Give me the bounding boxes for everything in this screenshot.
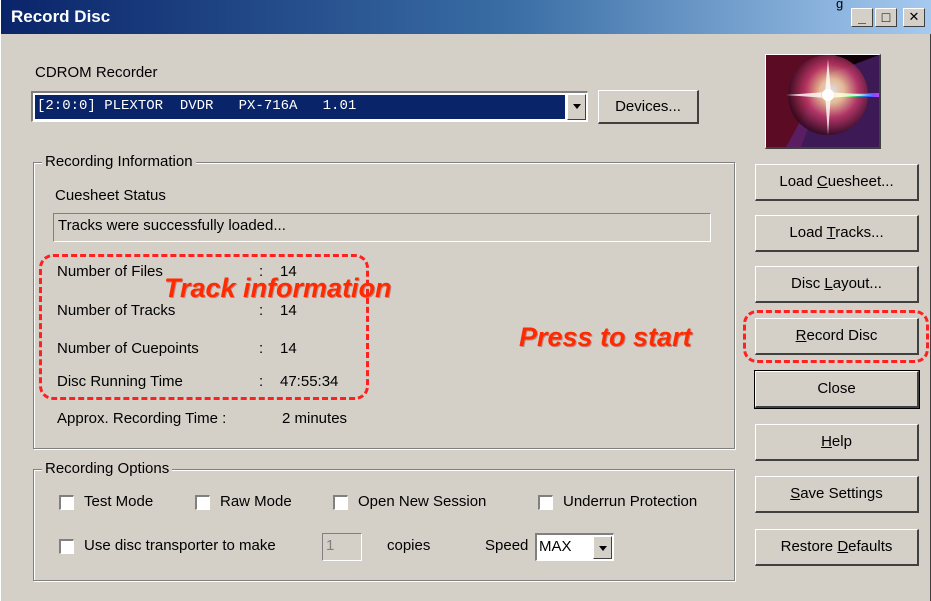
recording-information-title: Recording Information — [42, 153, 196, 170]
disc-layout-accel: L — [824, 275, 833, 292]
cuesheet-status-label: Cuesheet Status — [55, 187, 166, 204]
disc-starburst-icon — [766, 55, 879, 147]
chevron-down-icon[interactable] — [567, 94, 586, 120]
help-accel: H — [821, 433, 832, 450]
devices-button[interactable]: Devices... — [598, 90, 699, 124]
speed-label: Speed — [485, 537, 529, 554]
close-window-icon[interactable]: ✕ — [903, 8, 925, 27]
cuesheet-status-field: Tracks were successfully loaded... — [53, 213, 711, 242]
close-button[interactable]: Close — [754, 370, 920, 409]
recorder-select[interactable]: [2:0:0] PLEXTOR DVDR PX-716A 1.01 — [31, 91, 588, 122]
load-tracks-button[interactable]: Load Tracks... — [755, 215, 919, 252]
disc-layout-label-pre: Disc — [791, 275, 825, 292]
disc-logo-image — [765, 54, 881, 149]
load-tracks-label-pre: Load — [789, 224, 827, 241]
recording-options-group: Recording Options — [33, 460, 735, 581]
track-information-annotation: Track information — [164, 273, 392, 303]
title-bar[interactable]: Record Disc _ □ ✕ — [1, 0, 931, 34]
approx-recording-time-label: Approx. Recording Time : — [57, 410, 227, 427]
background-caption-fragment: g — [836, 0, 844, 11]
restore-defaults-label-post: efaults — [848, 538, 893, 555]
disc-layout-button[interactable]: Disc Layout... — [755, 266, 919, 303]
approx-recording-time-value: 2 minutes — [282, 410, 348, 427]
speed-select[interactable]: MAX — [535, 533, 614, 561]
disc-transporter-label[interactable]: Use disc transporter to make — [84, 537, 276, 554]
load-cuesheet-label-pre: Load — [779, 173, 817, 190]
recording-options-title: Recording Options — [42, 460, 173, 477]
help-button[interactable]: Help — [755, 424, 919, 461]
save-settings-accel: S — [790, 485, 801, 502]
load-cuesheet-label-post: uesheet... — [827, 173, 894, 190]
copies-label: copies — [387, 537, 431, 554]
test-mode-checkbox[interactable] — [59, 495, 74, 510]
restore-defaults-button[interactable]: Restore Defaults — [755, 529, 919, 566]
open-new-session-label[interactable]: Open New Session — [358, 493, 486, 510]
load-tracks-accel: T — [826, 224, 836, 241]
load-cuesheet-button[interactable]: Load Cuesheet... — [755, 164, 919, 201]
record-disc-highlight — [743, 310, 929, 363]
press-to-start-annotation: Press to start — [519, 322, 692, 352]
underrun-protection-checkbox[interactable] — [538, 495, 553, 510]
window-title: Record Disc — [11, 7, 111, 26]
minimize-icon[interactable]: _ — [851, 8, 873, 27]
restore-defaults-label-pre: Restore — [780, 538, 838, 555]
open-new-session-checkbox[interactable] — [333, 495, 348, 510]
cdrom-recorder-label: CDROM Recorder — [35, 64, 158, 81]
underrun-protection-label[interactable]: Underrun Protection — [563, 493, 697, 510]
record-disc-window: Record Disc _ □ ✕ g CDROM Recorder [2:0:… — [0, 0, 931, 601]
save-settings-button[interactable]: Save Settings — [755, 476, 919, 513]
recorder-selected-value: [2:0:0] PLEXTOR DVDR PX-716A 1.01 — [35, 95, 565, 119]
copies-input[interactable]: 1 — [322, 533, 362, 561]
disc-layout-label-post: ayout... — [832, 275, 882, 292]
raw-mode-checkbox[interactable] — [195, 495, 210, 510]
help-label-post: elp — [831, 433, 852, 450]
speed-value: MAX — [539, 538, 572, 555]
raw-mode-label[interactable]: Raw Mode — [220, 493, 292, 510]
disc-transporter-checkbox[interactable] — [59, 539, 74, 554]
load-cuesheet-accel: C — [816, 173, 828, 190]
maximize-icon[interactable]: □ — [875, 8, 897, 27]
save-settings-label-post: ave Settings — [800, 485, 883, 502]
load-tracks-label-post: racks... — [835, 224, 884, 241]
speed-chevron-down-icon[interactable] — [593, 536, 612, 559]
restore-defaults-accel: D — [837, 538, 849, 555]
test-mode-label[interactable]: Test Mode — [84, 493, 153, 510]
